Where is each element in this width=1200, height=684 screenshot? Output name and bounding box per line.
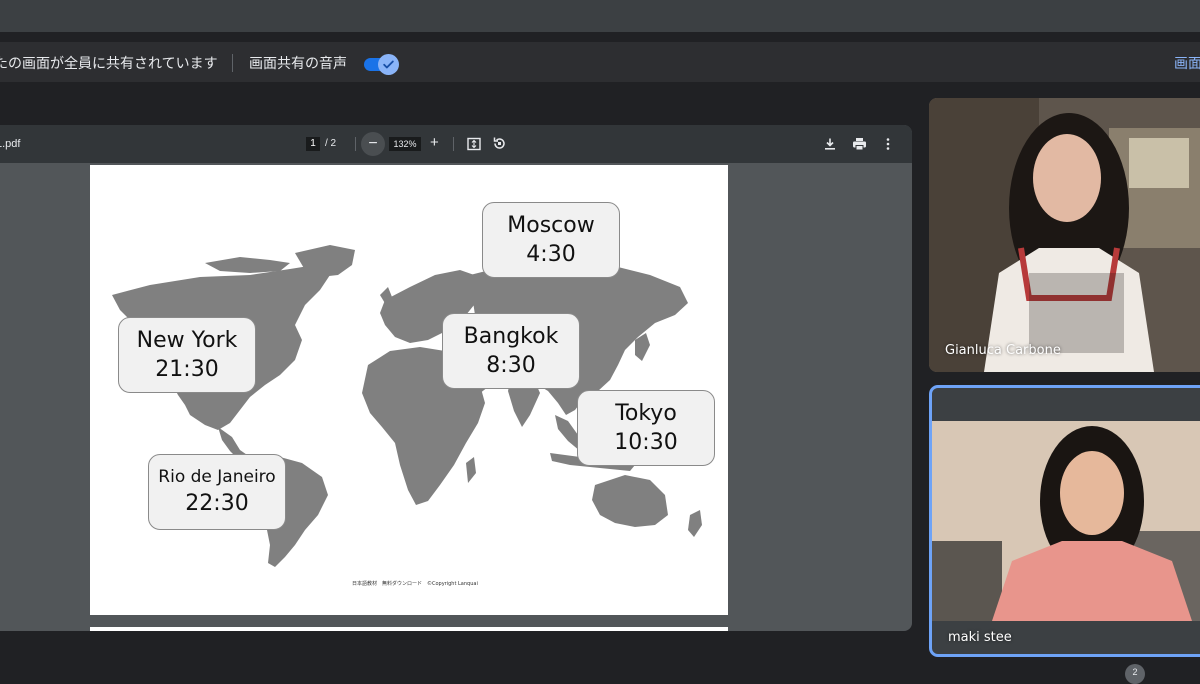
download-icon[interactable]	[823, 137, 837, 151]
toolbar-divider	[453, 137, 454, 151]
share-bar-divider	[232, 54, 233, 72]
share-audio-toggle[interactable]	[364, 54, 402, 75]
share-audio-label: 画面共有の音声	[249, 56, 347, 72]
checkmark-icon	[378, 54, 399, 75]
participant-tile-active[interactable]: maki stee	[929, 385, 1200, 657]
print-icon[interactable]	[852, 137, 867, 151]
arctic-islands-shape	[205, 257, 290, 273]
city-label-new-york: New York 21:30	[118, 317, 256, 393]
rotate-icon[interactable]	[492, 136, 507, 151]
zoom-level-input[interactable]: 132%	[389, 137, 421, 151]
page-number-input[interactable]: 1	[306, 137, 320, 151]
zoom-in-icon[interactable]: +	[430, 134, 439, 151]
more-vert-icon[interactable]	[881, 137, 895, 151]
city-label-tokyo: Tokyo 10:30	[577, 390, 715, 466]
stop-presenting-link[interactable]: 画面	[1174, 53, 1200, 73]
copyright-text: 日本語教材 無料ダウンロード ©Copyright Lanquai	[352, 581, 478, 587]
zoom-out-icon[interactable]: −	[361, 132, 385, 156]
madagascar-shape	[466, 457, 476, 483]
australia-shape	[592, 475, 668, 527]
pdf-viewer: 1.pdf 1 / 2 − 132% +	[0, 125, 912, 631]
participant-name: maki stee	[948, 630, 1012, 645]
pdf-page-2	[90, 627, 728, 631]
pdf-page: Moscow 4:30 New York 21:30 Bangkok 8:30 …	[90, 165, 728, 615]
fit-page-icon[interactable]	[467, 137, 481, 151]
city-label-rio-de-janeiro: Rio de Janeiro 22:30	[148, 454, 286, 530]
participant-count-badge: 2	[1125, 664, 1145, 684]
toolbar-divider	[355, 137, 356, 151]
participant-name: Gianluca Carbone	[945, 343, 1061, 358]
pdf-filename: 1.pdf	[0, 138, 21, 150]
city-label-bangkok: Bangkok 8:30	[442, 313, 580, 389]
page-total: / 2	[325, 138, 337, 149]
new-zealand-shape	[688, 510, 702, 537]
city-label-moscow: Moscow 4:30	[482, 202, 620, 278]
participant-tile[interactable]: Gianluca Carbone	[929, 98, 1200, 372]
sharing-message: たの画面が全員に共有されています	[0, 56, 218, 72]
participant-video	[929, 98, 1200, 372]
participant-video	[932, 421, 1200, 621]
screen-share-bar: たの画面が全員に共有されています 画面共有の音声 画面	[0, 42, 1200, 82]
window-top-strip	[0, 0, 1200, 32]
pdf-toolbar: 1.pdf 1 / 2 − 132% +	[0, 125, 912, 163]
